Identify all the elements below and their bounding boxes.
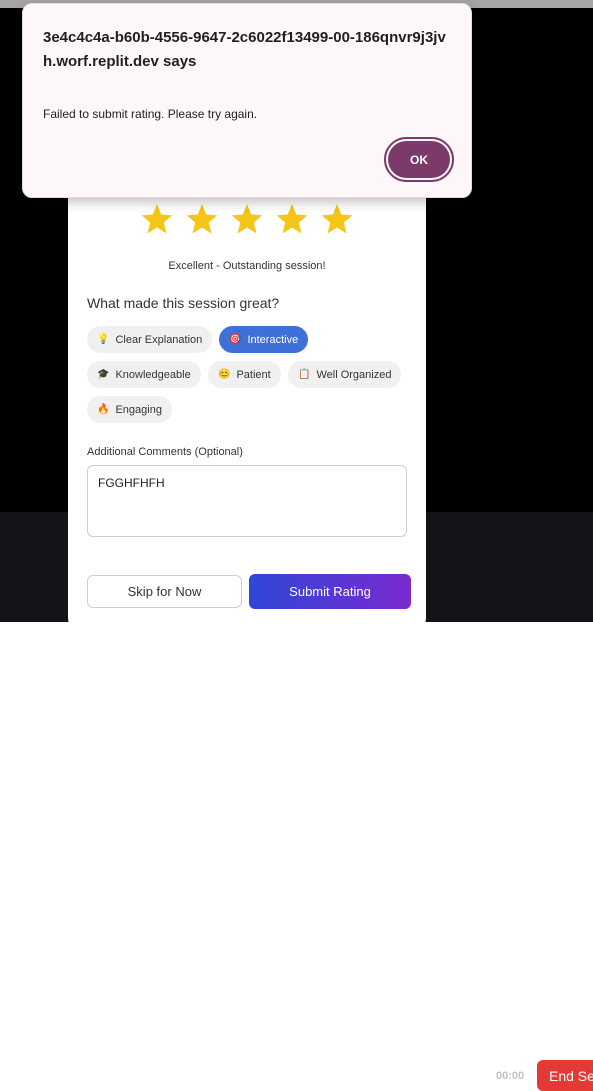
- star-icon-1[interactable]: [140, 202, 174, 236]
- star-icon-3[interactable]: [230, 202, 264, 236]
- feedback-question: What made this session great?: [87, 295, 280, 311]
- smile-icon: 😊: [218, 369, 231, 380]
- comments-textarea[interactable]: FGGHFHFH: [87, 465, 407, 537]
- tag-label: Clear Explanation: [115, 333, 203, 346]
- ok-button[interactable]: OK: [388, 141, 450, 178]
- graduation-cap-icon: 🎓: [97, 369, 110, 380]
- star-icon-5[interactable]: [320, 202, 354, 236]
- tag-label: Engaging: [115, 403, 162, 416]
- tag-interactive[interactable]: 🎯 Interactive: [219, 326, 309, 353]
- star-icon-2[interactable]: [185, 202, 219, 236]
- end-session-button[interactable]: End Se: [537, 1060, 593, 1091]
- skip-button[interactable]: Skip for Now: [87, 575, 242, 608]
- submit-rating-button[interactable]: Submit Rating: [249, 574, 411, 609]
- star-rating: [140, 202, 360, 238]
- tag-label: Well Organized: [316, 368, 392, 381]
- alert-message: Failed to submit rating. Please try agai…: [43, 107, 258, 121]
- fire-icon: 🔥: [97, 404, 110, 415]
- ok-button-focus-ring: OK: [384, 137, 454, 182]
- tag-clear-explanation[interactable]: 💡 Clear Explanation: [87, 326, 213, 353]
- tag-knowledgeable[interactable]: 🎓 Knowledgeable: [87, 361, 201, 388]
- tag-label: Interactive: [247, 333, 299, 346]
- tag-engaging[interactable]: 🔥 Engaging: [87, 396, 172, 423]
- browser-alert-dialog: 3e4c4c4a-b60b-4556-9647-2c6022f13499-00-…: [22, 3, 472, 198]
- comments-label: Additional Comments (Optional): [87, 446, 243, 458]
- tag-label: Patient: [236, 368, 271, 381]
- tag-well-organized[interactable]: 📋 Well Organized: [288, 361, 402, 388]
- lightbulb-icon: 💡: [97, 334, 110, 345]
- clipboard-icon: 📋: [298, 369, 311, 380]
- rating-modal: Excellent - Outstanding session! What ma…: [68, 150, 426, 630]
- star-icon-4[interactable]: [275, 202, 309, 236]
- tag-label: Knowledgeable: [115, 368, 191, 381]
- alert-origin: 3e4c4c4a-b60b-4556-9647-2c6022f13499-00-…: [43, 29, 446, 70]
- session-timer: 00:00: [496, 1070, 525, 1082]
- tag-patient[interactable]: 😊 Patient: [208, 361, 281, 388]
- rating-description: Excellent - Outstanding session!: [168, 260, 326, 272]
- target-icon: 🎯: [229, 334, 242, 345]
